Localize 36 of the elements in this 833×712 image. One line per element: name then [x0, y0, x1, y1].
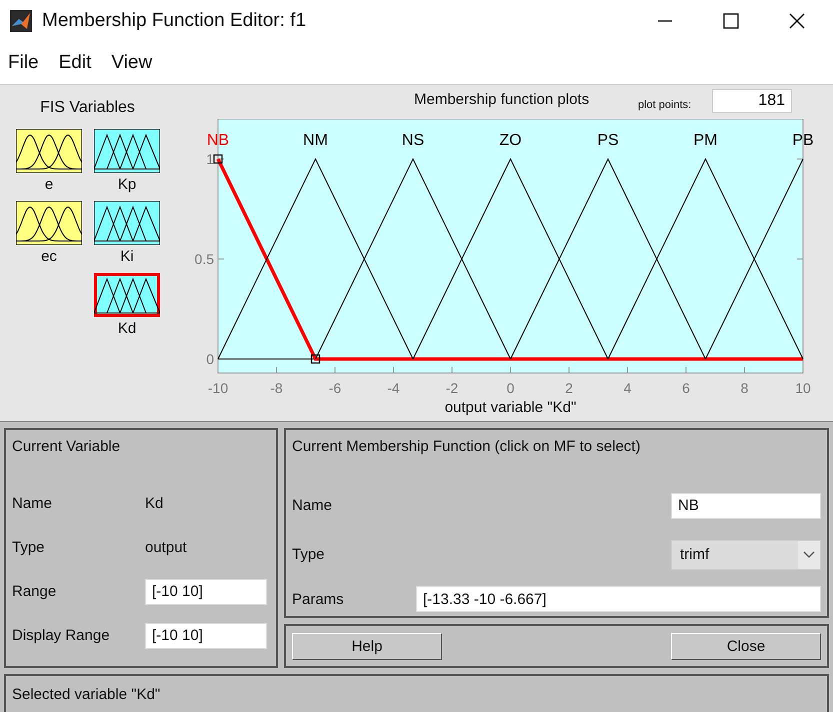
variable-name-value: Kd [145, 494, 164, 512]
y-tick-label: 1 [206, 151, 214, 167]
x-tick-label: 2 [565, 380, 573, 396]
plot-title: Membership function plots [414, 91, 590, 108]
field-label: Name [292, 497, 332, 514]
variable-name: e [44, 175, 54, 195]
field-label: Params [292, 590, 345, 608]
panel-title: Current Membership Function (click on MF to select) [292, 438, 642, 455]
x-tick-label: -10 [208, 380, 228, 396]
field-label: Type [12, 538, 46, 556]
field-label: Display Range [12, 627, 111, 644]
x-tick-label: 4 [624, 380, 632, 396]
x-tick-label: -6 [328, 380, 342, 396]
x-tick-label: -4 [387, 380, 400, 396]
fis-variables-title: FIS Variables [39, 98, 136, 117]
variable-name: Kd [118, 319, 136, 339]
y-tick-label: 0.5 [194, 251, 214, 267]
x-tick-label: -8 [270, 380, 283, 396]
plot-points-label: plot points: [638, 99, 692, 111]
field-label: Range [12, 583, 58, 600]
status-message: Selected variable "Kd" [12, 686, 160, 702]
x-tick-label: 10 [795, 380, 811, 396]
window-title: Membership Function Editor: f1 [42, 10, 308, 32]
x-axis-label: output variable "Kd" [444, 399, 576, 416]
field-label: Type [292, 546, 325, 563]
variable-name: ec [41, 247, 57, 267]
variable-type-value: output [145, 538, 187, 556]
variable-name: Ki [120, 247, 134, 267]
panel-title: Current Variable [12, 438, 122, 455]
x-tick-label: -2 [446, 380, 458, 396]
x-tick-label: 8 [740, 380, 748, 396]
y-tick-label: 0 [206, 351, 214, 367]
field-label: Name [12, 494, 54, 512]
x-tick-label: 0 [506, 380, 514, 396]
variable-name: Kp [118, 175, 136, 195]
x-tick-label: 6 [682, 380, 690, 396]
